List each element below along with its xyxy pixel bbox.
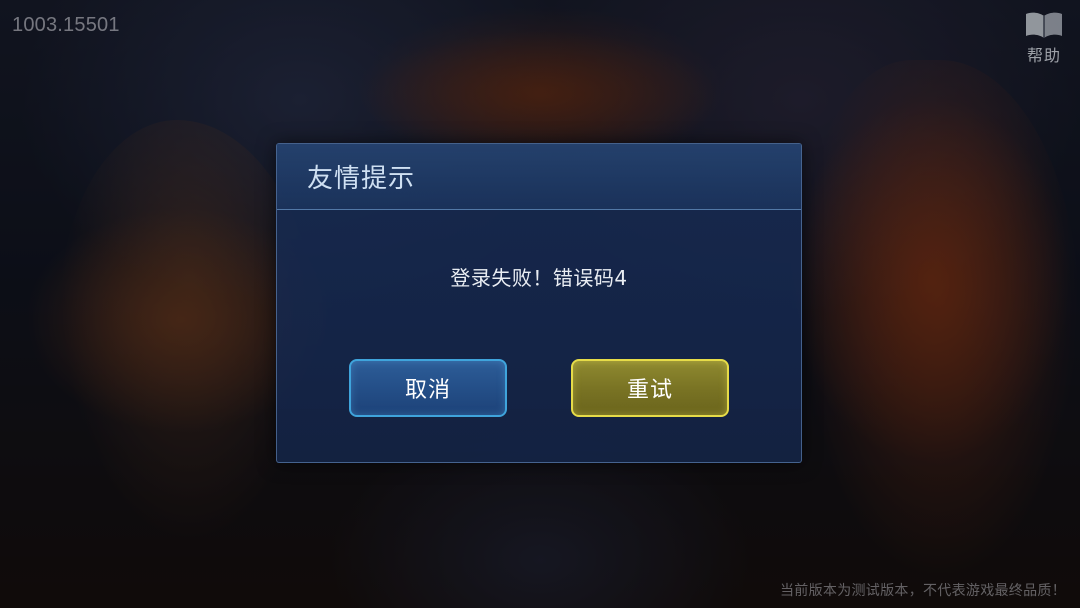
test-version-disclaimer: 当前版本为测试版本，不代表游戏最终品质！ [780,583,1066,599]
dialog-header: 友情提示 [277,144,801,210]
book-icon [1024,10,1064,40]
help-label: 帮助 [1026,46,1061,65]
retry-button[interactable]: 重试 [571,359,729,417]
help-button[interactable]: 帮助 [1018,10,1070,66]
version-label: 1003.15501 [12,14,120,36]
dialog-title: 友情提示 [307,164,416,194]
login-failed-dialog: 友情提示 登录失败！错误码4 取消 重试 [276,143,802,463]
cancel-button[interactable]: 取消 [349,359,507,417]
dialog-message: 登录失败！错误码4 [450,266,628,290]
